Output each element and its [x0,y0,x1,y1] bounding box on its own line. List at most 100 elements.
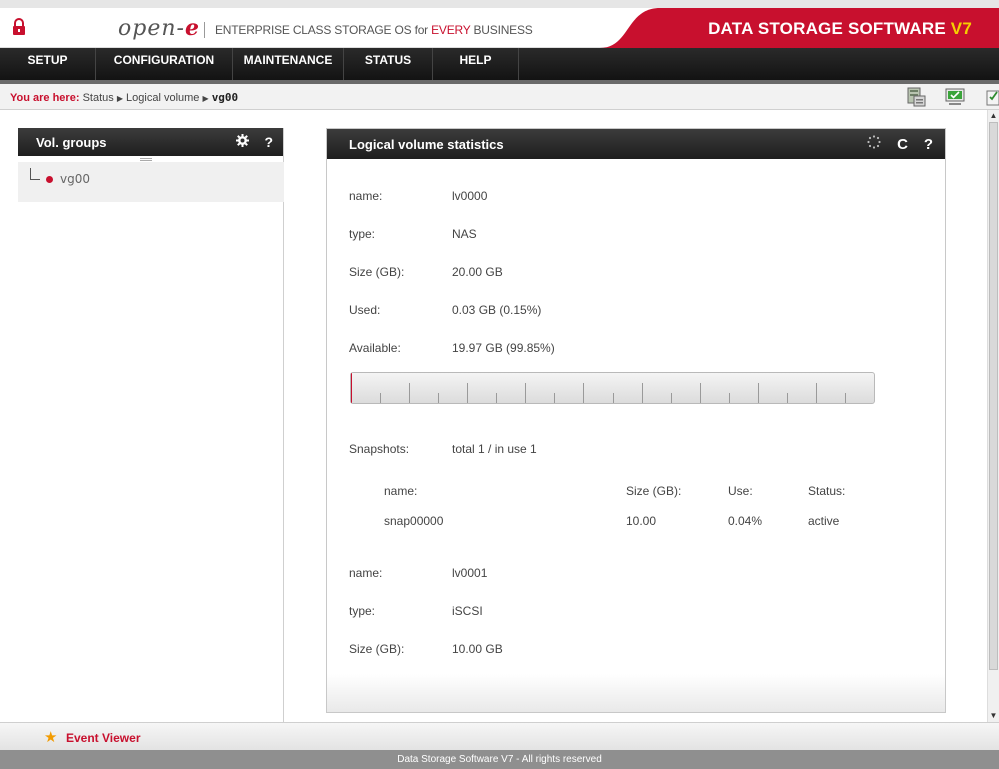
logo-text: open- [118,16,185,41]
help-button[interactable]: ? [264,134,273,150]
lv-available-label: Available: [349,341,401,355]
vertical-scrollbar[interactable]: ▲ ▼ [987,110,999,722]
lv-size-value: 20.00 GB [452,265,503,279]
breadcrumb-label: You are here: [10,92,80,104]
snapshot-header-status: Status: [808,484,846,498]
nav-setup-label: SETUP [27,53,68,67]
breadcrumb-logical-volume[interactable]: Logical volume [126,92,199,104]
monitor-check-icon[interactable] [944,86,966,108]
help-button[interactable]: ? [924,136,933,153]
usage-bar-major-tick [642,383,643,403]
snapshot-name: snap00000 [384,514,444,528]
tagline-highlight: EVERY [431,23,471,37]
nav-status-label: STATUS [364,53,412,67]
checklist-icon[interactable] [981,86,999,108]
usage-bar-major-tick [816,383,817,403]
usage-bar-major-tick [583,383,584,403]
breadcrumb-separator-icon: ▶ [116,94,123,103]
star-icon: ★ [44,729,58,746]
lv2-type-value: iSCSI [452,604,483,618]
nav-setup[interactable]: SETUP [0,48,96,84]
lv-name-value: lv0000 [452,189,488,203]
usage-bar-minor-tick [787,393,788,403]
snapshot-header-name: name: [384,484,418,498]
lv-type-label: type: [349,227,376,241]
snapshots-label: Snapshots: [349,442,410,456]
statistics-tools: C ? [855,135,933,153]
usage-bar-minor-tick [380,393,381,403]
statistics-header: Logical volume statistics C ? [327,129,945,159]
brand-text: DATA STORAGE SOFTWARE [708,19,951,38]
usage-progress-bar [350,372,875,404]
status-dot-icon [46,176,53,183]
lv-used-label: Used: [349,303,381,317]
lock-icon [13,18,25,35]
breadcrumb: You are here: Status ▶ Logical volume ▶ … [10,91,238,104]
nav-configuration[interactable]: CONFIGURATION [96,48,233,84]
nav-help[interactable]: HELP [433,48,519,84]
logical-volume-statistics-panel: Logical volume statistics C ? name: lv000… [326,128,946,713]
breadcrumb-current: vg00 [211,91,239,104]
statistics-title: Logical volume statistics [349,137,504,152]
lv2-name-value: lv0001 [452,566,488,580]
resize-grip[interactable] [140,158,152,161]
usage-bar-major-tick [525,383,526,403]
snapshots-summary: total 1 / in use 1 [452,442,537,456]
lv-type-value: NAS [452,227,477,241]
brand-title: DATA STORAGE SOFTWARE V7 [708,19,972,39]
snapshot-use: 0.04% [728,514,763,528]
usage-bar-minor-tick [496,393,497,403]
refresh-button[interactable]: C [897,136,908,153]
usage-bar-major-tick [758,383,759,403]
tagline-post: BUSINESS [470,23,533,37]
usage-bar-minor-tick [613,393,614,403]
lv2-size-label: Size (GB): [349,642,405,656]
nav-help-label: HELP [459,53,492,67]
scroll-up-arrow-icon[interactable]: ▲ [989,111,998,121]
app-window: open-e ENTERPRISE CLASS STORAGE OS for E… [0,0,999,769]
breadcrumb-bar: You are here: Status ▶ Logical volume ▶ … [0,84,999,110]
usage-bar-major-tick [467,383,468,403]
gear-icon[interactable] [235,134,249,150]
lv-size-label: Size (GB): [349,265,405,279]
snapshot-size: 10.00 [626,514,657,528]
brand-bar: DATA STORAGE SOFTWARE V7 [600,8,999,48]
nav-maintenance[interactable]: MAINTENANCE [233,48,344,84]
usage-bar-major-tick [700,383,701,403]
top-strip [0,0,999,8]
lv2-name-label: name: [349,566,383,580]
tree-item-vg00[interactable]: vg00 [18,162,284,202]
panel-footer [327,674,945,712]
usage-bar-minor-tick [554,393,555,403]
nav-configuration-label: CONFIGURATION [113,53,215,67]
nav-maintenance-label: MAINTENANCE [243,53,333,67]
tree-connector [30,168,40,180]
lv2-size-value: 10.00 GB [452,642,503,656]
scroll-down-arrow-icon[interactable]: ▼ [989,711,998,721]
usage-bar-minor-tick [438,393,439,403]
snapshot-header-size: Size (GB): [626,484,682,498]
vol-groups-panel: Vol. groups ? vg00 [18,128,284,722]
logo-e: e [184,15,200,41]
snapshot-header-use: Use: [728,484,753,498]
lv2-type-label: type: [349,604,376,618]
lv-available-value: 19.97 GB (99.85%) [452,341,555,355]
usage-bar-minor-tick [729,393,730,403]
lv-name-label: name: [349,189,383,203]
nav-status[interactable]: STATUS [344,48,433,84]
footer: Data Storage Software V7 - All rights re… [0,750,999,769]
brand-version: V7 [950,19,972,38]
scrollbar-thumb[interactable] [989,122,998,670]
breadcrumb-status[interactable]: Status [83,92,114,104]
usage-progress-fill [351,373,352,403]
server-icon[interactable] [905,86,927,108]
header: open-e ENTERPRISE CLASS STORAGE OS for E… [0,8,999,48]
logo: open-e [118,15,200,41]
tagline-pre: ENTERPRISE CLASS STORAGE OS for [215,23,432,37]
vol-groups-tools: ? [224,134,273,150]
tagline: ENTERPRISE CLASS STORAGE OS for EVERY BU… [215,23,533,37]
breadcrumb-separator-icon: ▶ [202,94,209,103]
event-viewer-label[interactable]: Event Viewer [66,731,140,745]
main-nav: SETUP CONFIGURATION MAINTENANCE STATUS H… [0,48,999,84]
event-viewer-bar[interactable]: ★ Event Viewer [0,722,999,750]
